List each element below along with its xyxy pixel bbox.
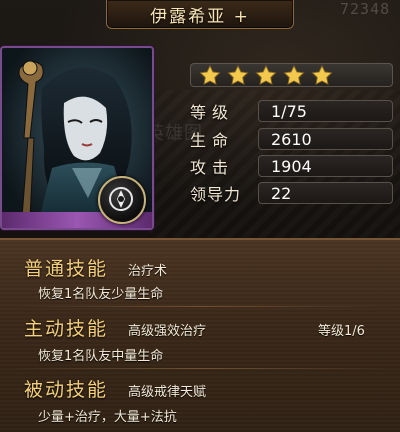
active-skill-description: 恢复1名队友中量生命: [38, 349, 164, 364]
attack-value: 1904: [271, 156, 312, 176]
class-crest-icon: [98, 176, 146, 224]
hp-value: 2610: [271, 129, 312, 149]
level-value: 1/75: [271, 101, 307, 121]
star-icon: [283, 65, 305, 85]
star-icon: [311, 65, 333, 85]
passive-skill-name[interactable]: 高级戒律天赋: [128, 381, 206, 400]
leadership-label: 领导力: [190, 185, 242, 204]
active-skill-name[interactable]: 高级强效治疗: [128, 320, 206, 339]
stat-row-leadership: 领导力 22: [190, 181, 395, 205]
passive-skill-title: 被动技能: [24, 379, 109, 401]
normal-skill-description: 恢复1名队友少量生命: [38, 287, 164, 302]
passive-skill-description: 少量+治疗，大量+法抗: [38, 410, 177, 425]
star-icon: [199, 65, 221, 85]
priest-emblem-icon: [109, 187, 133, 211]
active-skill-level: 等级1/6: [318, 324, 365, 339]
hero-name-banner: 伊露希亚 +: [106, 0, 294, 29]
leadership-value-box: 22: [258, 182, 393, 204]
star-rating: [190, 63, 393, 87]
level-value-box: 1/75: [258, 100, 393, 122]
stat-row-level: 等级 1/75: [190, 99, 395, 123]
normal-skill-title: 普通技能: [24, 258, 109, 280]
star-icon: [227, 65, 249, 85]
skills-panel: 普通技能 治疗术 恢复1名队友少量生命 主动技能 高级强效治疗 等级1/6 恢复…: [0, 238, 400, 432]
attack-label: 攻击: [190, 158, 235, 177]
active-skill-title: 主动技能: [24, 318, 109, 340]
star-icon: [255, 65, 277, 85]
skill-divider: [10, 368, 390, 369]
hero-name: 伊露希亚 +: [150, 6, 250, 27]
leadership-value: 22: [271, 183, 292, 203]
hp-value-box: 2610: [258, 128, 393, 150]
attack-value-box: 1904: [258, 155, 393, 177]
normal-skill-name[interactable]: 治疗术: [128, 260, 167, 279]
skill-divider: [10, 306, 390, 307]
partial-number-readout: 72348: [340, 0, 391, 18]
stat-row-attack: 攻击 1904: [190, 154, 395, 178]
hp-label: 生命: [190, 131, 235, 150]
stat-row-hp: 生命 2610: [190, 127, 395, 151]
level-label: 等级: [190, 103, 235, 122]
